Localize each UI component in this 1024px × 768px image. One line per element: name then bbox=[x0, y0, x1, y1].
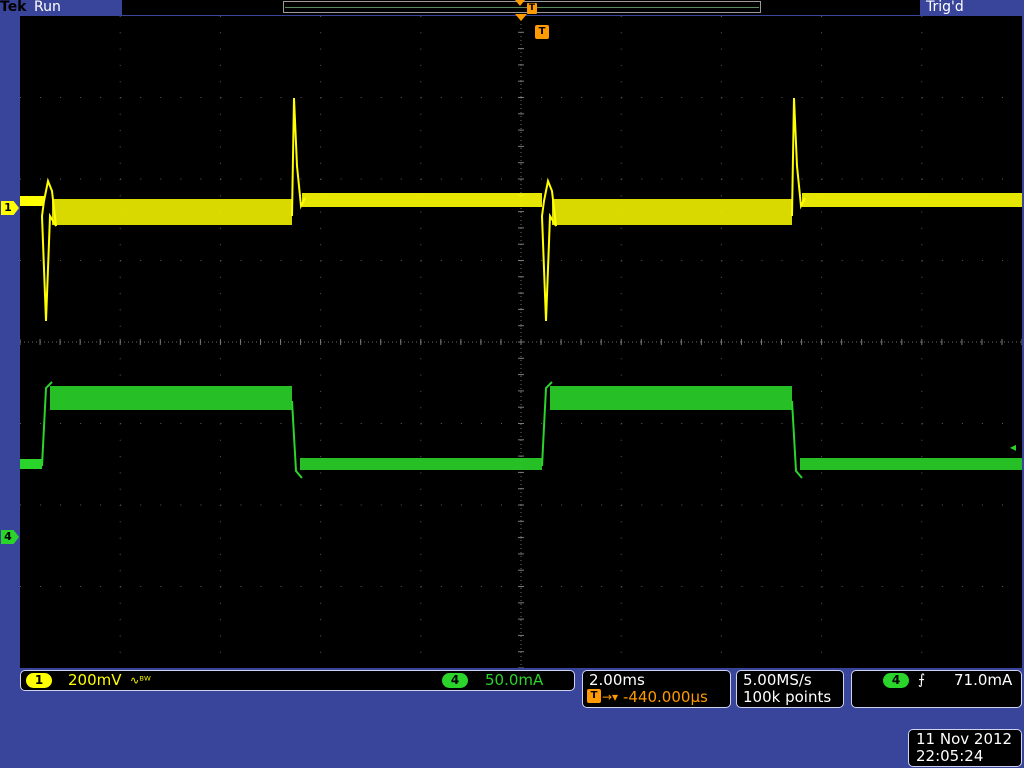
trigger-delay-icon: T bbox=[587, 689, 601, 703]
ch1-badge: 1 bbox=[26, 673, 52, 688]
ch4-badge: 4 bbox=[442, 673, 468, 688]
delay-arrow-icon: →▾ bbox=[602, 690, 619, 704]
trigger-position-arrow-icon bbox=[515, 14, 527, 21]
sample-rate: 5.00MS/s bbox=[743, 671, 812, 689]
trigger-readout[interactable]: 4 ⨍ 71.0mA bbox=[851, 670, 1022, 708]
graticule-grid bbox=[20, 16, 1022, 668]
ch1-waveform bbox=[20, 97, 1022, 322]
trigger-position-marker-icon[interactable]: T bbox=[535, 25, 549, 39]
ch1-ground-marker[interactable]: 1 bbox=[1, 201, 19, 215]
trigger-position-top-arrow-icon bbox=[515, 0, 525, 6]
vertical-readout[interactable]: 1 200mV ∿ᴮᵂ 4 50.0mA bbox=[20, 670, 575, 691]
waveform-display-svg bbox=[20, 16, 1022, 668]
time-per-div: 2.00ms bbox=[589, 671, 645, 689]
waveform-graticule[interactable]: T bbox=[20, 14, 1022, 668]
trigger-level-marker-icon[interactable]: ◂ bbox=[1010, 440, 1016, 454]
record-length: 100k points bbox=[743, 688, 832, 706]
ch4-scale: 50.0mA bbox=[485, 671, 544, 689]
bandwidth-limit-icon: ∿ᴮᵂ bbox=[130, 674, 151, 687]
ch4-ground-marker[interactable]: 4 bbox=[1, 530, 19, 544]
brand-label: Tek bbox=[0, 0, 27, 15]
trigger-state-label: Trig'd bbox=[926, 0, 964, 15]
run-state-label[interactable]: Run bbox=[34, 0, 61, 15]
trigger-top-marker-icon: T bbox=[527, 3, 537, 14]
horizontal-delay: -440.000µs bbox=[623, 688, 708, 706]
horizontal-readout[interactable]: 2.00ms T →▾ -440.000µs bbox=[582, 670, 731, 708]
trigger-level: 71.0mA bbox=[954, 671, 1013, 689]
datetime-readout: 11 Nov 2012 22:05:24 bbox=[908, 729, 1022, 767]
trigger-source-badge: 4 bbox=[883, 673, 909, 688]
ch1-scale: 200mV bbox=[68, 671, 122, 689]
acquisition-readout[interactable]: 5.00MS/s 100k points bbox=[736, 670, 844, 708]
top-status-bar: Tek Run T Trig'd bbox=[0, 0, 1024, 16]
time-label: 22:05:24 bbox=[916, 747, 984, 765]
rising-edge-icon: ⨍ bbox=[918, 672, 926, 688]
record-view-line bbox=[285, 7, 759, 8]
date-label: 11 Nov 2012 bbox=[916, 730, 1013, 748]
